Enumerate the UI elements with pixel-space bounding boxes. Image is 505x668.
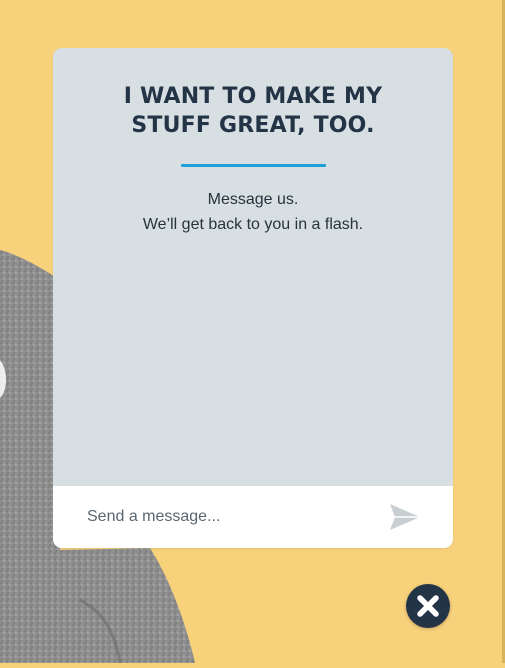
title-underline <box>180 164 326 167</box>
close-x-icon <box>406 584 450 628</box>
chat-title: I WANT TO MAKE MY STUFF GREAT, TOO. <box>123 84 383 138</box>
chat-subtitle: Message us. We’ll get back to you in a f… <box>53 187 453 237</box>
chat-widget-panel: I WANT TO MAKE MY STUFF GREAT, TOO. Mess… <box>53 48 453 548</box>
subtitle-line-2: We’ll get back to you in a flash. <box>142 216 364 233</box>
send-button[interactable] <box>389 503 421 531</box>
paper-plane-send-icon <box>389 504 421 534</box>
close-chat-button[interactable] <box>406 584 450 628</box>
message-input[interactable] <box>75 502 387 532</box>
chat-header: I WANT TO MAKE MY STUFF GREAT, TOO. Mess… <box>53 48 453 237</box>
message-composer <box>53 486 453 548</box>
subtitle-line-1: Message us. <box>207 191 299 208</box>
